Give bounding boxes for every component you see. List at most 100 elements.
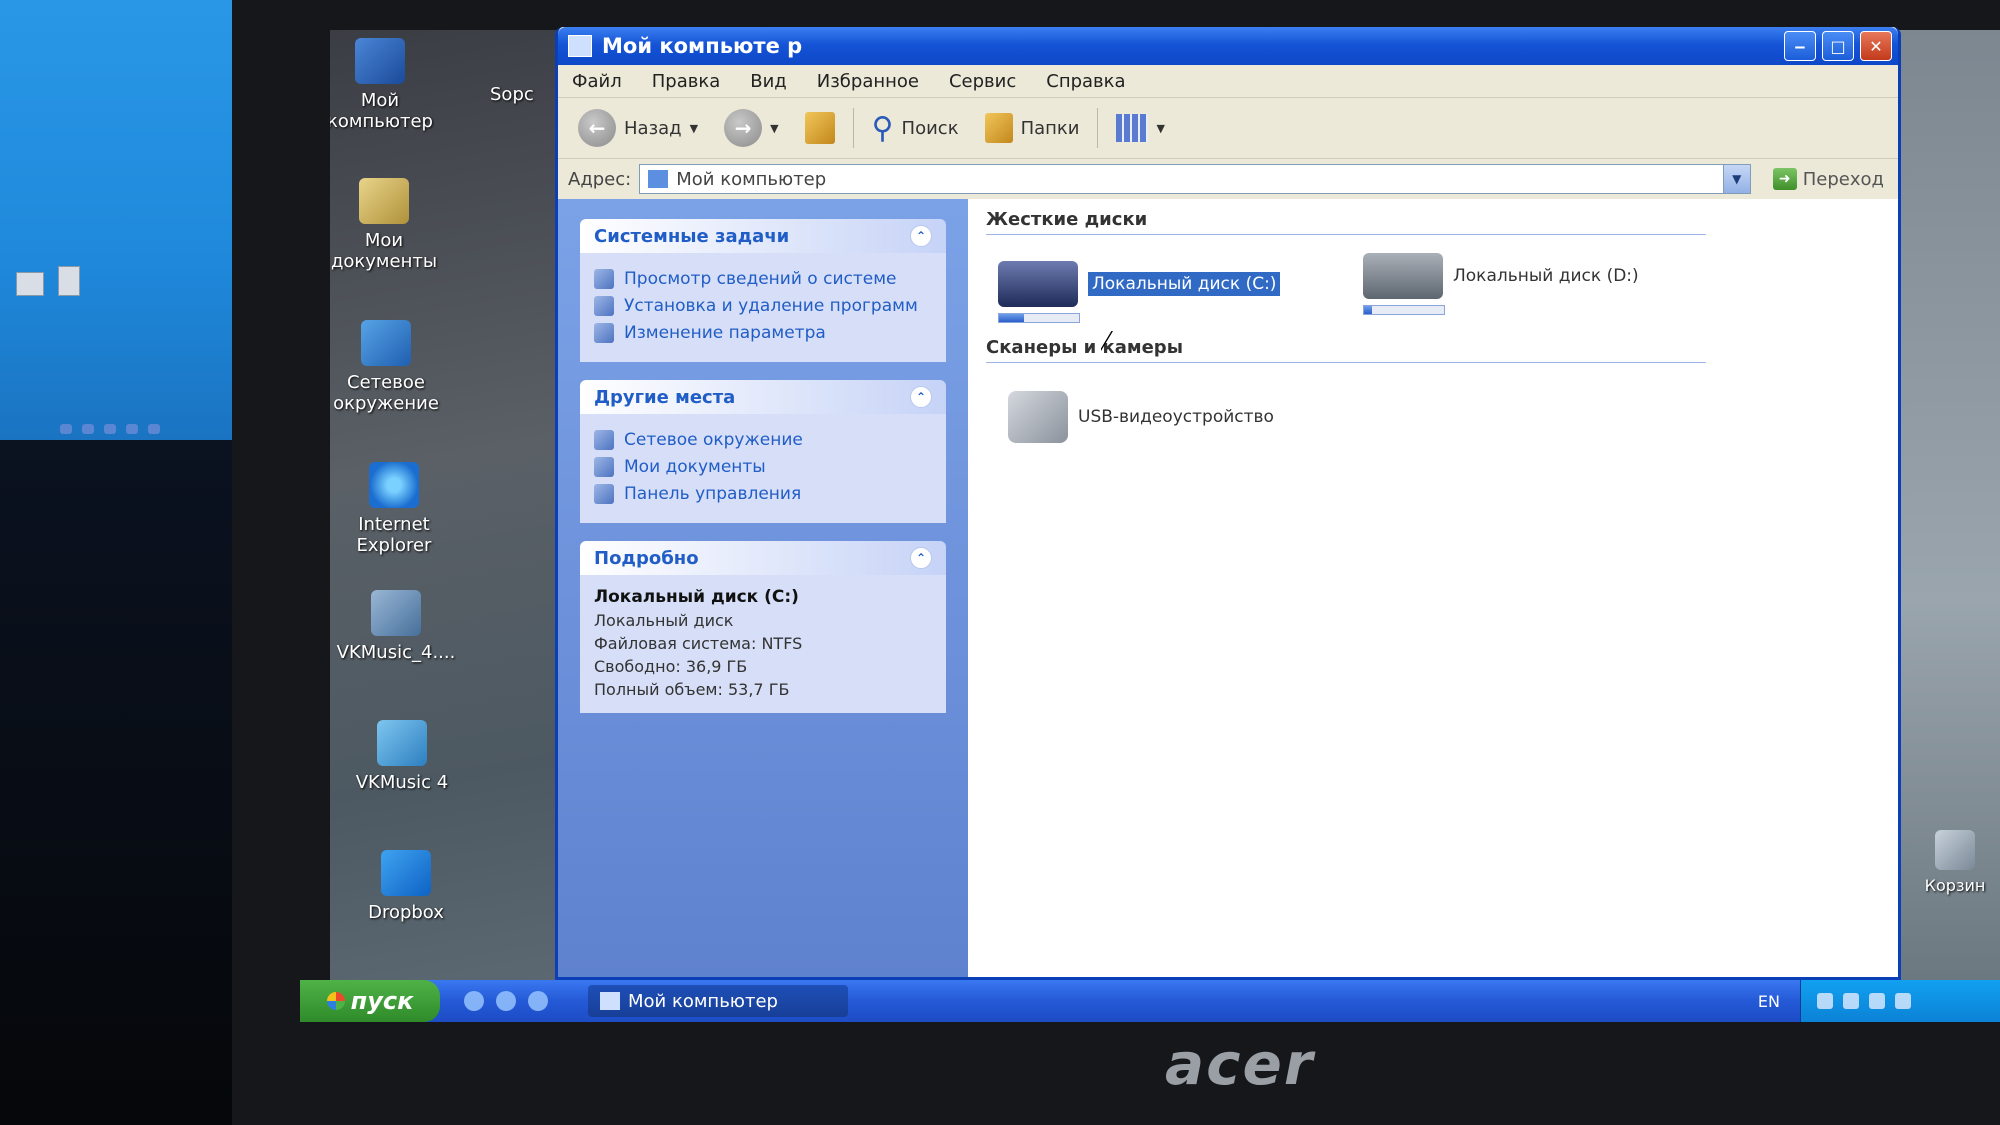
up-folder-button[interactable] [797, 108, 843, 148]
explorer-window: Мой компьюте р ‒ □ ✕ Файл Правка Вид Изб… [555, 27, 1901, 980]
left-monitor-desktop [0, 0, 232, 440]
back-button[interactable]: ← Назад ▼ [570, 105, 706, 151]
system-info-icon [594, 269, 614, 289]
close-button[interactable]: ✕ [1860, 31, 1892, 61]
task-link-label: Изменение параметра [624, 323, 826, 343]
place-network[interactable]: Сетевое окружение [594, 430, 932, 451]
mouse-cursor-icon [1100, 330, 1112, 350]
start-button[interactable]: пуск [300, 980, 440, 1022]
place-control-panel[interactable]: Панель управления [594, 484, 932, 505]
document-icon [58, 266, 80, 296]
camera-icon [1008, 391, 1068, 443]
address-input[interactable]: Мой компьютер ▼ [639, 164, 1751, 194]
window-controls: ‒ □ ✕ [1784, 31, 1892, 61]
drive-usage-bar [998, 313, 1080, 323]
volume-icon[interactable] [1869, 993, 1885, 1009]
search-label: Поиск [901, 117, 959, 139]
drive-d[interactable]: Локальный диск (D:) [1363, 253, 1639, 315]
desktop-icon-partial[interactable]: Sopc [490, 84, 550, 105]
collapse-icon[interactable]: ⌃ [910, 547, 932, 569]
search-button[interactable]: ⚲ Поиск [864, 107, 967, 150]
maximize-button[interactable]: □ [1822, 31, 1854, 61]
desktop-icon-network[interactable]: Сетевое окружение [330, 320, 446, 414]
small-window-icon [16, 272, 44, 296]
collapse-icon[interactable]: ⌃ [910, 225, 932, 247]
desktop-icon-label: Internet Explorer [356, 514, 432, 556]
computer-icon [355, 38, 405, 84]
task-change-setting[interactable]: Изменение параметра [594, 323, 932, 344]
task-add-remove-programs[interactable]: Установка и удаление программ [594, 296, 932, 317]
network-icon [361, 320, 411, 366]
title-bar[interactable]: Мой компьюте р ‒ □ ✕ [558, 27, 1898, 65]
menu-tools[interactable]: Сервис [949, 71, 1016, 92]
usb-video-device[interactable]: USB-видеоустройство [1008, 391, 1274, 443]
forward-button[interactable]: → ▼ [716, 105, 786, 151]
other-places-group: Другие места ⌃ Сетевое окружение Мои доку… [580, 380, 946, 523]
address-label: Адрес: [568, 168, 632, 190]
computer-icon [648, 170, 669, 188]
place-link-label: Панель управления [624, 484, 802, 504]
minimize-button[interactable]: ‒ [1784, 31, 1816, 61]
collapse-icon[interactable]: ⌃ [910, 386, 932, 408]
network-status-icon[interactable] [1843, 993, 1859, 1009]
drive-icon-wrap [998, 261, 1080, 323]
details-group: Подробно ⌃ Локальный диск (C:) Локальный … [580, 541, 946, 713]
folders-button[interactable]: Папки [977, 109, 1088, 147]
desktop-icon-label: Sopc [490, 84, 534, 105]
content-area: Жесткие диски Локальный диск (C:) Локаль… [968, 199, 1898, 977]
toolbar-separator [852, 108, 854, 148]
ie-icon[interactable] [496, 991, 516, 1011]
go-label: Переход [1802, 168, 1884, 190]
desktop-icon-label: Dropbox [368, 902, 444, 923]
details-header[interactable]: Подробно ⌃ [580, 541, 946, 575]
skype-icon[interactable] [528, 991, 548, 1011]
views-button[interactable]: ▼ [1108, 110, 1172, 146]
back-label: Назад [624, 117, 682, 139]
desktop-icon-my-computer[interactable]: Мой компьютер [330, 38, 440, 132]
desktop-icon-vkmusic[interactable]: VKMusic 4 [342, 720, 462, 793]
folders-icon [984, 113, 1013, 143]
menu-file[interactable]: Файл [572, 71, 622, 92]
drive-c[interactable]: Локальный диск (C:) [998, 261, 1281, 323]
desktop-icon-label: Мой компьютер [330, 90, 433, 132]
other-places-title: Другие места [594, 386, 736, 408]
drive-icon-wrap [1363, 253, 1445, 315]
task-link-label: Установка и удаление программ [624, 296, 918, 316]
details-name: Локальный диск (C:) [594, 587, 799, 607]
tray-app-icon[interactable] [1895, 993, 1911, 1009]
desktop-icon-recycle-bin[interactable]: Корзин [1910, 830, 2000, 895]
desktop-icon-ie[interactable]: Internet Explorer [334, 462, 454, 556]
forward-arrow-icon: → [724, 109, 763, 147]
desktop-icon-my-documents[interactable]: Мои документы [330, 178, 444, 272]
device-label: USB-видеоустройство [1078, 407, 1274, 427]
other-places-header[interactable]: Другие места ⌃ [580, 380, 946, 414]
menu-edit[interactable]: Правка [652, 71, 721, 92]
start-label: пуск [350, 987, 414, 1015]
chevron-down-icon: ▼ [689, 121, 699, 135]
address-value: Мой компьютер [676, 168, 827, 190]
desktop-icon-dropbox[interactable]: Dropbox [346, 850, 466, 923]
left-monitor-dark [0, 440, 232, 1125]
details-free-space: Свободно: 36,9 ГБ [594, 657, 748, 676]
address-dropdown-button[interactable]: ▼ [1722, 165, 1750, 193]
taskbar-window-button[interactable]: Мой компьютер [588, 985, 848, 1017]
system-tasks-header[interactable]: Системные задачи ⌃ [580, 219, 946, 253]
menu-help[interactable]: Справка [1046, 71, 1125, 92]
documents-icon [594, 457, 614, 477]
language-indicator[interactable]: EN [1758, 992, 1780, 1011]
installer-icon [371, 590, 421, 636]
task-pane: Системные задачи ⌃ Просмотр сведений о си… [558, 199, 968, 977]
task-view-system-info[interactable]: Просмотр сведений о системе [594, 269, 932, 290]
menu-favorites[interactable]: Избранное [817, 71, 919, 92]
go-button[interactable]: ➜ Переход [1759, 168, 1898, 190]
drive-usage-bar [1363, 305, 1445, 315]
system-tasks-body: Просмотр сведений о системе Установка и … [580, 253, 946, 362]
menu-view[interactable]: Вид [750, 71, 787, 92]
tray-icon[interactable] [1817, 993, 1833, 1009]
quick-launch-icon[interactable] [464, 991, 484, 1011]
place-my-documents[interactable]: Мои документы [594, 457, 932, 478]
settings-icon [594, 323, 614, 343]
menu-bar: Файл Правка Вид Избранное Сервис Справка [558, 65, 1898, 98]
music-note-icon [377, 720, 427, 766]
desktop-icon-vkmusic-installer[interactable]: VKMusic_4.... [336, 590, 456, 663]
